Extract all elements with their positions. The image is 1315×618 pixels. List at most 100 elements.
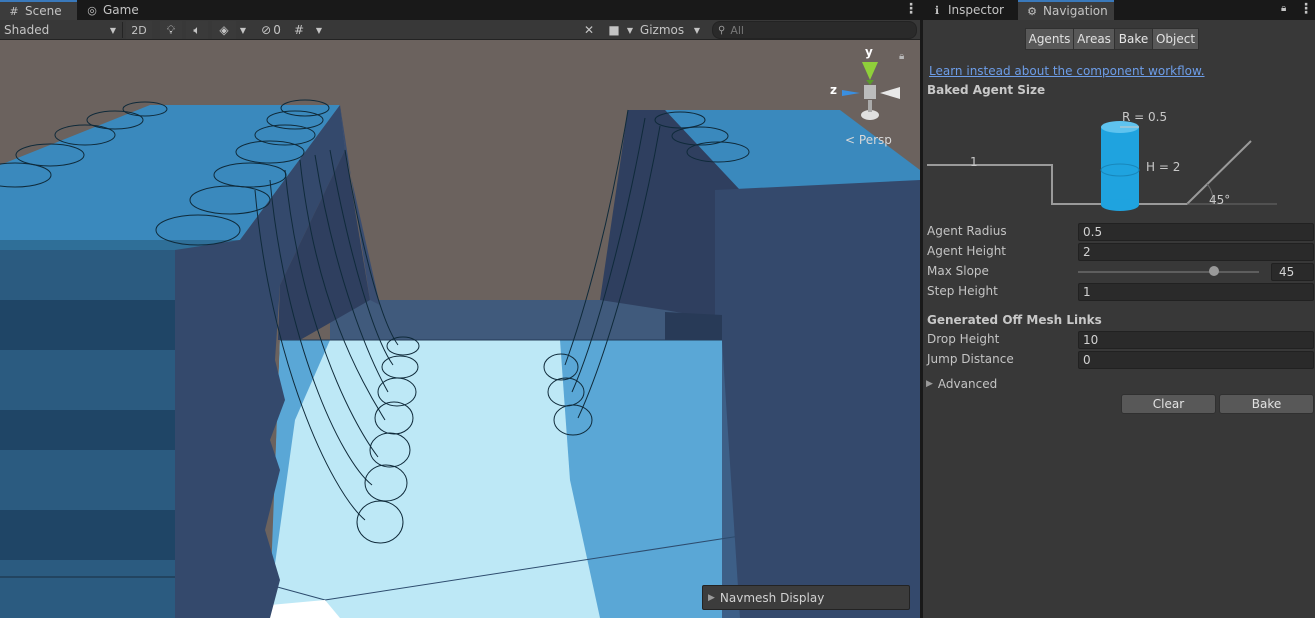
step-height-field[interactable]: 1 <box>1078 283 1314 301</box>
inspector-tabbar: ℹ Inspector ⚙ Navigation 🔒︎ ⋮ <box>923 0 1315 20</box>
tab-game-label: Game <box>103 3 139 17</box>
navigation-icon: ⚙ <box>1027 4 1037 18</box>
camera-button[interactable]: ■ <box>604 21 624 39</box>
slope-label: 45° <box>1209 193 1231 207</box>
chevron-down-icon: ▼ <box>109 25 116 35</box>
scene-menu-icon[interactable]: ⋮ <box>904 1 918 17</box>
radius-label: R = 0.5 <box>1122 110 1168 124</box>
scene-search-input[interactable]: ⚲ All <box>712 21 917 39</box>
drop-height-row: Drop Height 10 <box>927 331 1314 349</box>
tab-navigation-label: Navigation <box>1043 4 1108 18</box>
effects-dropdown[interactable]: ▼ <box>236 21 250 39</box>
left-step-shadow <box>0 510 190 560</box>
scene-gizmo[interactable] <box>842 62 900 120</box>
inspector-menu-icon[interactable]: ⋮ <box>1299 1 1313 17</box>
toolbar-separator <box>122 22 123 38</box>
left-step-shadow <box>0 300 190 350</box>
tab-navigation[interactable]: ⚙ Navigation <box>1018 0 1114 20</box>
right-block-front <box>715 180 920 618</box>
agent-height-field[interactable]: 2 <box>1078 243 1314 261</box>
segment-bake[interactable]: Bake <box>1114 28 1153 50</box>
tab-scene[interactable]: # Scene <box>0 0 77 20</box>
jump-distance-field[interactable]: 0 <box>1078 351 1314 369</box>
grid-toggle[interactable]: # <box>290 21 308 39</box>
hidden-objects-count: 0 <box>273 23 281 37</box>
left-step-shadow <box>0 410 190 450</box>
segment-agents-label: Agents <box>1028 32 1071 46</box>
info-icon: ℹ <box>934 3 940 17</box>
search-placeholder: All <box>730 23 744 37</box>
camera-dropdown[interactable]: ▼ <box>624 21 636 39</box>
shading-mode-label: Shaded <box>4 23 50 37</box>
scene-tabbar: # Scene ◎ Game ⋮ <box>0 0 920 20</box>
workflow-link[interactable]: Learn instead about the component workfl… <box>929 64 1205 78</box>
effects-toggle[interactable]: ◈ <box>212 21 236 39</box>
max-slope-field[interactable]: 45 <box>1271 263 1314 281</box>
lightbulb-icon: 💡︎ <box>166 22 176 37</box>
layers-icon: ◈ <box>219 23 229 37</box>
lock-icon[interactable]: 🔒︎ <box>899 51 904 62</box>
step-height-label: Step Height <box>927 284 998 298</box>
camera-icon: ■ <box>608 23 620 37</box>
gizmos-label: Gizmos <box>639 23 685 37</box>
projection-toggle[interactable]: < Persp <box>845 133 892 147</box>
max-slope-row: Max Slope 45 <box>927 263 1314 281</box>
hidden-objects-toggle[interactable]: ⊘ 0 <box>256 21 286 39</box>
advanced-label: Advanced <box>937 377 998 391</box>
bake-button-label: Bake <box>1251 397 1282 411</box>
agent-radius-field[interactable]: 0.5 <box>1078 223 1314 241</box>
chevron-down-icon: ▼ <box>693 25 701 35</box>
tab-inspector-label: Inspector <box>948 3 1004 17</box>
audio-toggle[interactable]: 🔈︎ <box>186 21 208 39</box>
triangle-right-icon: ▶ <box>708 592 715 603</box>
drop-height-field[interactable]: 10 <box>1078 331 1314 349</box>
tab-inspector[interactable]: ℹ Inspector <box>923 0 1017 20</box>
grid-dropdown[interactable]: ▼ <box>312 21 326 39</box>
navigation-segments: Agents Areas Bake Object <box>1025 28 1199 50</box>
agent-height-label: Agent Height <box>927 244 1007 258</box>
step-label: 1 <box>970 155 978 169</box>
segment-agents[interactable]: Agents <box>1025 28 1074 50</box>
drop-height-label: Drop Height <box>927 332 1000 346</box>
advanced-foldout[interactable]: ▶ Advanced <box>926 377 997 391</box>
gamepad-icon: ◎ <box>87 3 97 17</box>
tab-game[interactable]: ◎ Game <box>78 0 148 20</box>
mode-2d-toggle[interactable]: 2D <box>126 21 152 39</box>
lock-icon[interactable]: 🔒︎ <box>1281 3 1286 14</box>
clear-button[interactable]: Clear <box>1121 394 1216 414</box>
jump-distance-label: Jump Distance <box>927 352 1014 366</box>
search-icon: ⚲ <box>718 24 726 36</box>
jump-distance-row: Jump Distance 0 <box>927 351 1314 369</box>
bake-button[interactable]: Bake <box>1219 394 1314 414</box>
segment-object[interactable]: Object <box>1152 28 1199 50</box>
chevron-left-icon: < <box>845 133 856 147</box>
max-slope-label: Max Slope <box>927 264 989 278</box>
grid-icon: # <box>9 4 19 18</box>
chevron-down-icon: ▼ <box>626 25 634 35</box>
eye-slash-icon: ⊘ <box>261 23 272 37</box>
step-height-row: Step Height 1 <box>927 283 1314 301</box>
tools-button[interactable]: ✕ <box>580 21 598 39</box>
speaker-icon: 🔈︎ <box>193 22 201 37</box>
clear-button-label: Clear <box>1152 397 1185 411</box>
grid-snap-icon: # <box>293 23 305 37</box>
lighting-toggle[interactable]: 💡︎ <box>160 21 182 39</box>
axis-label-y: y <box>865 45 873 59</box>
navmesh-display-foldout[interactable]: ▶ Navmesh Display <box>702 585 910 610</box>
navmesh-display-label: Navmesh Display <box>719 590 825 605</box>
height-label: H = 2 <box>1146 160 1181 174</box>
gizmos-button[interactable]: Gizmos <box>638 21 686 39</box>
gizmos-dropdown[interactable]: ▼ <box>690 21 704 39</box>
scene-toolbar: Shaded ▼ 2D 💡︎ 🔈︎ ◈ ▼ ⊘ 0 # ▼ ✕ ■ ▼ Gizm… <box>0 20 920 40</box>
max-slope-slider[interactable] <box>1078 271 1259 273</box>
segment-object-label: Object <box>1155 32 1196 46</box>
max-slope-slider-thumb[interactable] <box>1208 266 1219 276</box>
shading-mode-dropdown[interactable]: Shaded ▼ <box>4 21 120 39</box>
segment-bake-label: Bake <box>1118 32 1149 46</box>
segment-areas-label: Areas <box>1077 32 1111 46</box>
tab-scene-label: Scene <box>25 4 62 18</box>
scene-viewport[interactable]: y z 🔒︎ < Persp ▶ Navmesh Display <box>0 40 920 618</box>
triangle-right-icon: ▶ <box>926 379 933 389</box>
segment-areas[interactable]: Areas <box>1073 28 1115 50</box>
chevron-down-icon: ▼ <box>239 25 247 35</box>
